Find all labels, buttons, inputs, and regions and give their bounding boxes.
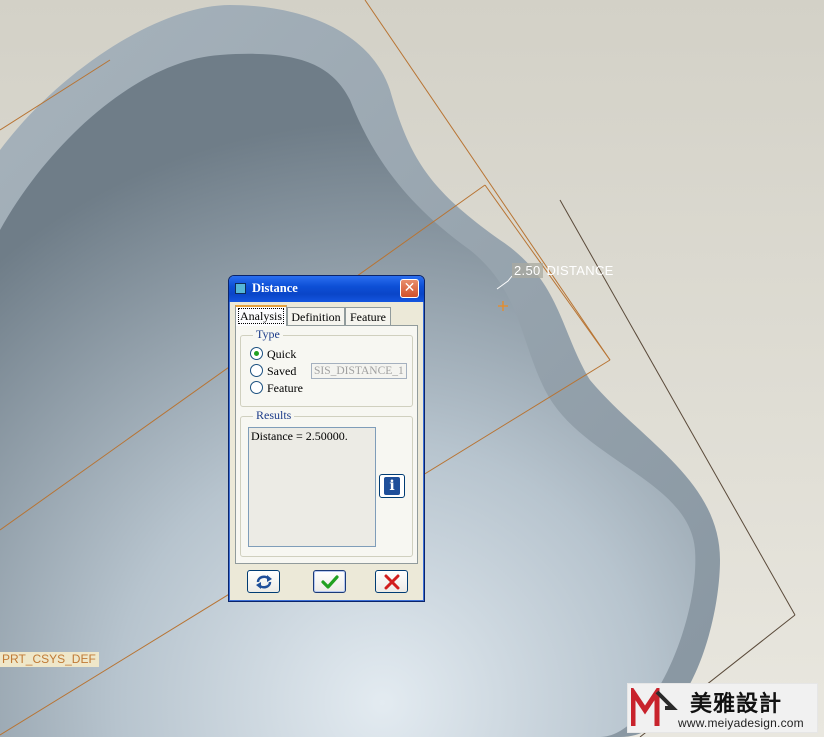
results-group-label: Results	[253, 408, 295, 423]
csys-label: PRT_CSYS_DEF	[0, 652, 99, 667]
results-group: Results Distance = 2.50000. i	[240, 408, 413, 557]
radio-feature[interactable]: Feature	[250, 380, 303, 396]
type-group-label: Type	[253, 327, 283, 342]
repeat-button[interactable]	[247, 570, 280, 593]
dialog-body: Analysis Definition Feature Type Quick S…	[232, 302, 421, 598]
tab-feature[interactable]: Feature	[345, 307, 391, 325]
watermark-brand: 美雅設計	[690, 692, 783, 717]
info-icon: i	[384, 477, 400, 495]
dialog-titlebar[interactable]: Distance ✕	[229, 276, 424, 302]
checkmark-icon	[321, 575, 339, 589]
results-text-area[interactable]: Distance = 2.50000.	[248, 427, 376, 547]
tab-analysis[interactable]: Analysis	[235, 305, 287, 326]
repeat-icon	[256, 575, 272, 589]
cancel-button[interactable]	[375, 570, 408, 593]
watermark-logo: 美雅設計 www.meiyadesign.com	[627, 683, 818, 733]
radio-saved[interactable]: Saved	[250, 363, 296, 379]
ok-button[interactable]	[313, 570, 346, 593]
radio-quick[interactable]: Quick	[250, 346, 296, 362]
dialog-title: Distance	[252, 281, 298, 295]
distance-annotation: 2.50 DISTANCE	[512, 263, 614, 278]
distance-dialog: Distance ✕ Analysis Definition Feature T…	[228, 275, 425, 602]
saved-name-field[interactable]: SIS_DISTANCE_1	[311, 363, 407, 379]
close-icon: ✕	[403, 280, 416, 296]
watermark-url: www.meiyadesign.com	[678, 716, 804, 730]
type-group: Type Quick Saved Feature SIS_DISTANCE_1	[240, 327, 413, 407]
info-button[interactable]: i	[379, 474, 405, 498]
analysis-tab-panel: Type Quick Saved Feature SIS_DISTANCE_1 …	[235, 325, 418, 564]
brand-logo-icon	[631, 688, 678, 726]
close-button[interactable]: ✕	[400, 279, 419, 298]
distance-annotation-label: DISTANCE	[546, 263, 614, 278]
radio-selected-icon	[250, 347, 263, 360]
x-icon	[384, 574, 400, 590]
distance-annotation-value: 2.50	[512, 263, 543, 278]
radio-unselected-icon	[250, 381, 263, 394]
dialog-app-icon	[235, 283, 246, 294]
radio-unselected-icon	[250, 364, 263, 377]
tab-definition[interactable]: Definition	[287, 307, 345, 325]
